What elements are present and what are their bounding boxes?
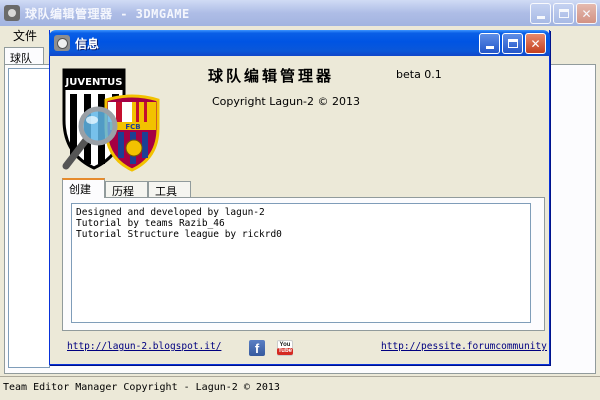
tab-tools[interactable]: 工具 (148, 181, 191, 198)
blog-link[interactable]: http://lagun-2.blogspot.it/ (67, 341, 221, 352)
dialog-titlebar[interactable]: 信息 ✕ (49, 30, 550, 56)
facebook-icon[interactable]: f (249, 340, 265, 356)
menu-file[interactable]: 文件 (0, 27, 44, 44)
main-minimize-button[interactable] (530, 3, 551, 24)
credit-line: Tutorial Structure league by rickrd0 (76, 229, 282, 240)
juventus-label: JUVENTUS (65, 77, 123, 88)
app-logo: JUVENTUS FCB (62, 68, 160, 172)
youtube-icon[interactable]: You Tube (277, 340, 293, 356)
info-icon (54, 35, 70, 51)
close-icon: ✕ (530, 36, 541, 51)
tab-credits[interactable]: 创建 (62, 178, 105, 198)
dialog-controls: ✕ (479, 33, 546, 54)
minimize-icon (536, 16, 545, 19)
dialog-maximize-button[interactable] (502, 33, 523, 54)
main-titlebar[interactable]: 球队编辑管理器 - 3DMGAME ✕ (0, 0, 600, 26)
forum-link[interactable]: http://pessite.forumcommunity.net (381, 341, 547, 352)
dialog-tab-panel: Designed and developed by lagun-2 Tutoria… (62, 197, 545, 331)
statusbar: Team Editor Manager Copyright - Lagun-2 … (0, 376, 600, 400)
maximize-icon (558, 9, 569, 18)
dialog-close-button[interactable]: ✕ (525, 33, 546, 54)
main-window-controls: ✕ (530, 3, 597, 24)
app-name: 球队编辑管理器 (208, 67, 335, 85)
barcelona-label: FCB (125, 123, 140, 131)
credit-line: Tutorial by teams Razib_46 (76, 218, 225, 229)
main-close-button[interactable]: ✕ (576, 3, 597, 24)
maximize-icon (507, 39, 518, 48)
dialog-title: 信息 (75, 36, 100, 51)
credit-line: Designed and developed by lagun-2 (76, 207, 265, 218)
close-icon: ✕ (581, 6, 592, 21)
main-maximize-button[interactable] (553, 3, 574, 24)
main-window-title: 球队编辑管理器 - 3DMGAME (25, 6, 190, 21)
copyright-label: Copyright Lagun-2 © 2013 (212, 95, 360, 108)
credits-textbox[interactable]: Designed and developed by lagun-2 Tutoria… (71, 203, 531, 323)
teams-list[interactable] (8, 68, 50, 368)
status-text: Team Editor Manager Copyright - Lagun-2 … (3, 382, 280, 393)
minimize-icon (485, 46, 494, 49)
app-icon (4, 5, 20, 21)
info-dialog: 信息 ✕ JUVENTUS FCB 球队编辑管理器 beta 0.1 Copyr… (49, 30, 550, 365)
tab-history[interactable]: 历程 (105, 181, 148, 198)
version-label: beta 0.1 (396, 68, 442, 81)
tab-teams[interactable]: 球队 (4, 47, 44, 65)
dialog-minimize-button[interactable] (479, 33, 500, 54)
